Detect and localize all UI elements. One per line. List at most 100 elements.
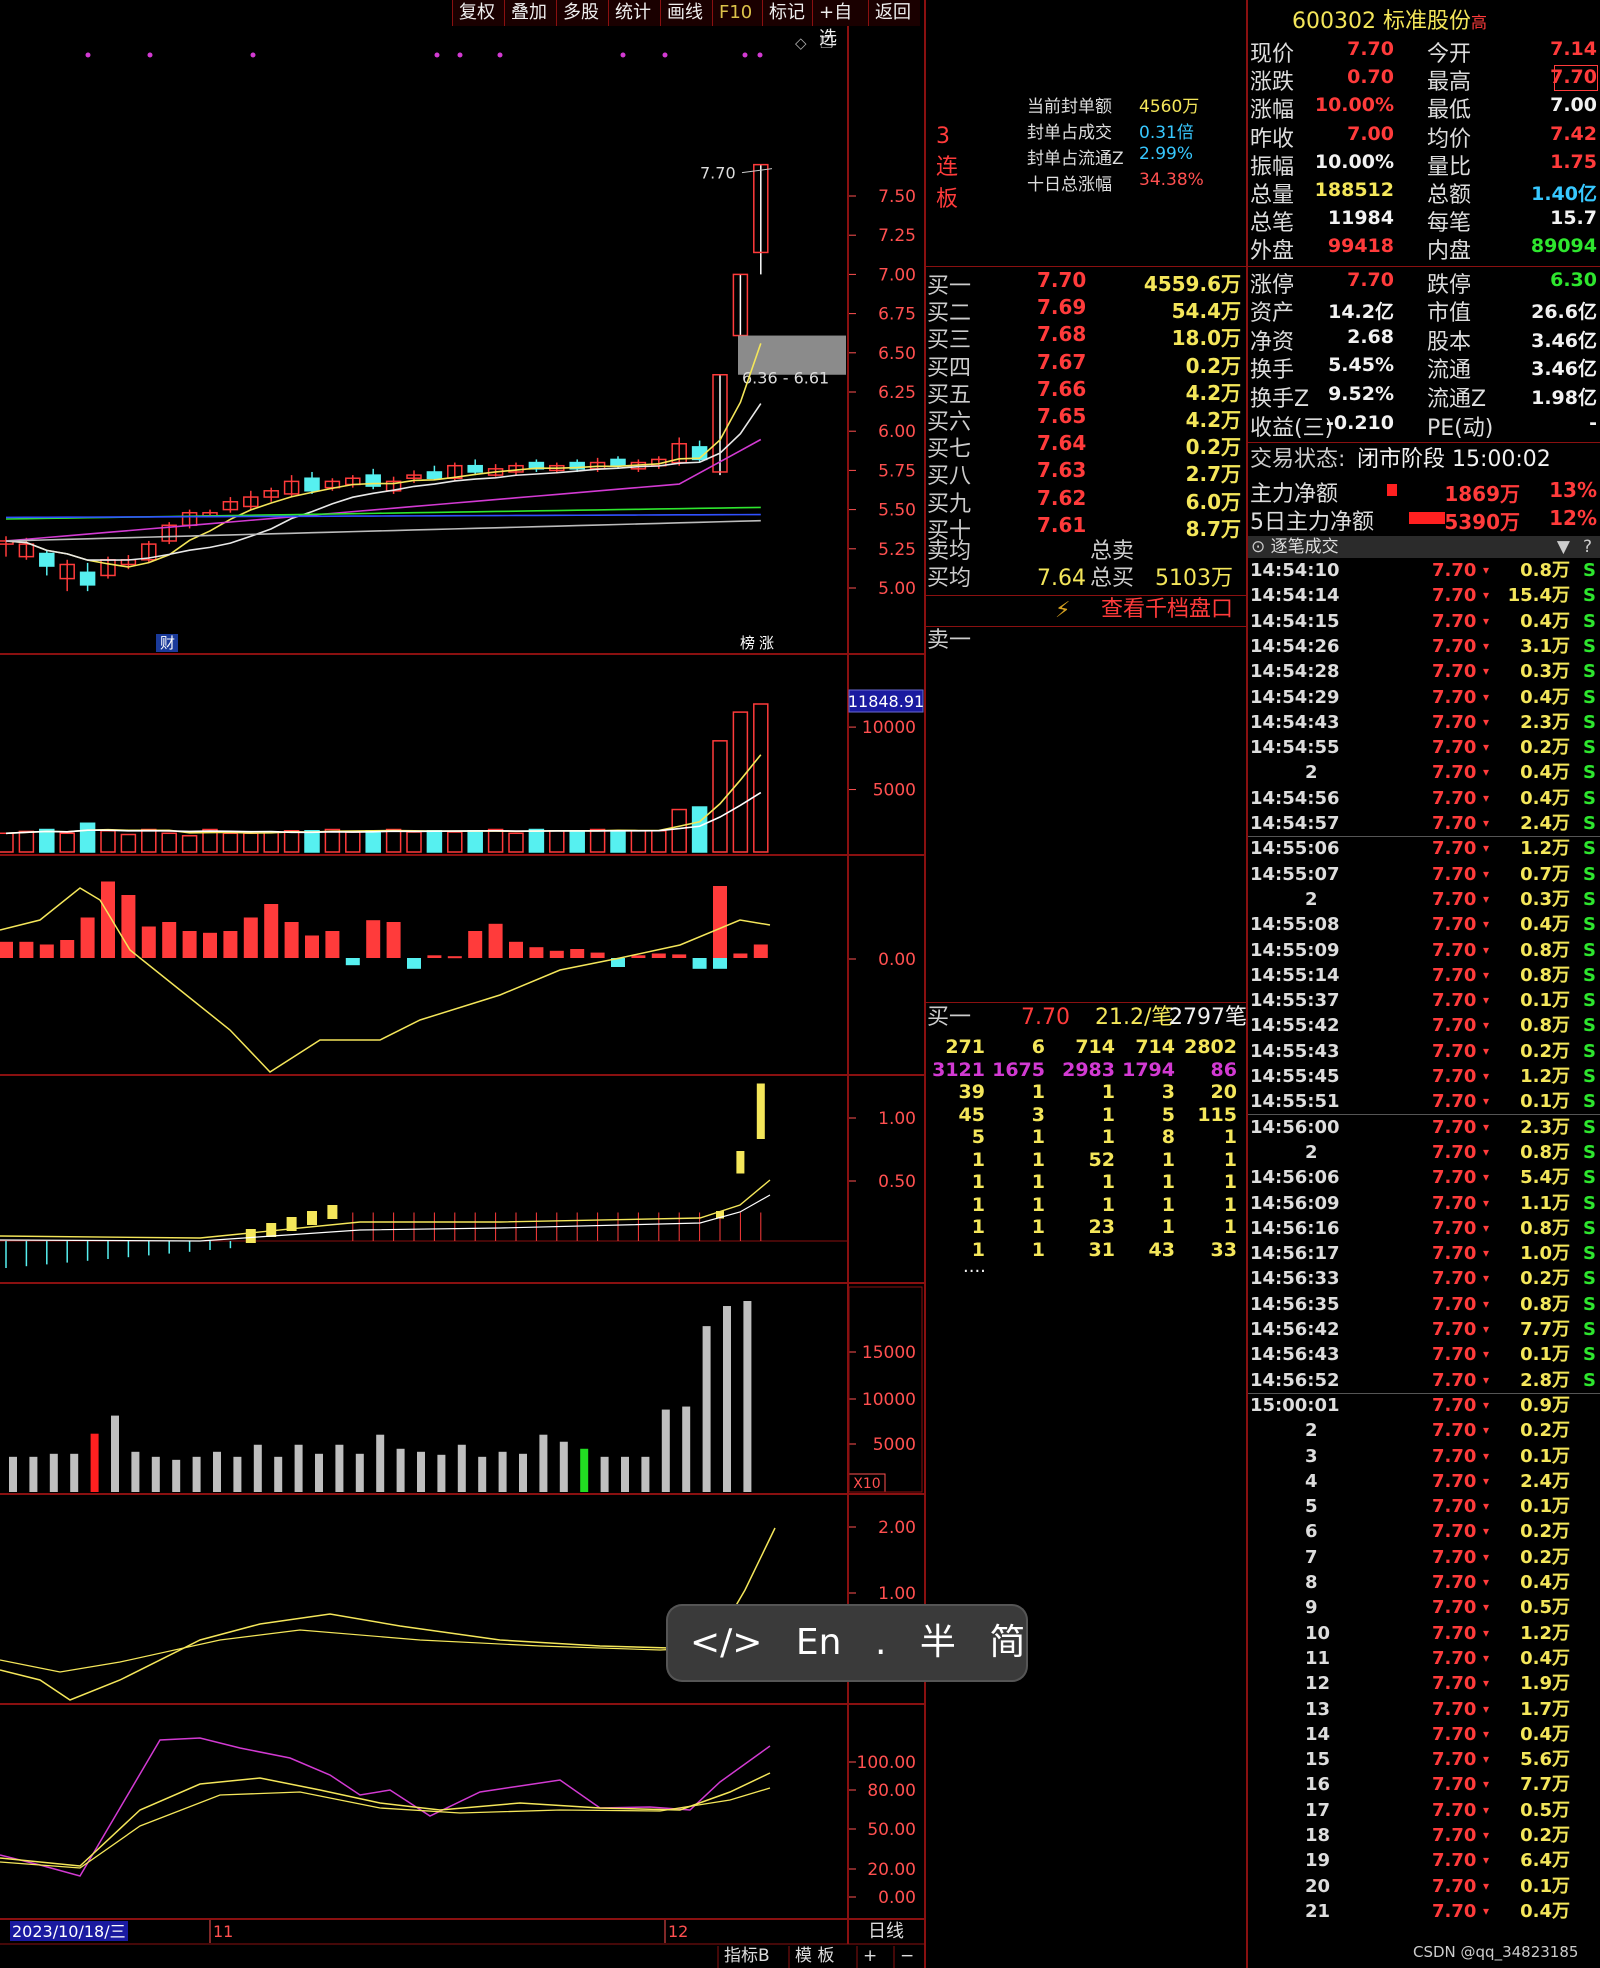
- queue-price: 7.70: [1021, 1005, 1070, 1030]
- ind4-bar: [437, 1454, 446, 1492]
- macd-bar: [590, 952, 605, 958]
- tick-price: 7.70: [1432, 813, 1477, 834]
- tick-row: 17 7.70 0.5万 ▾: [1247, 1798, 1600, 1823]
- volume-bar: [345, 831, 361, 853]
- ime-half[interactable]: 半: [920, 1622, 956, 1663]
- tick-price: 7.70: [1432, 1141, 1477, 1163]
- quote-value: 1.98亿: [1531, 387, 1597, 409]
- toolbar-button-0[interactable]: 复权: [452, 0, 504, 26]
- toolbar-button-3[interactable]: 统计: [608, 0, 660, 26]
- tick-time: 2: [1305, 1420, 1318, 1442]
- cai-marker: 财: [160, 634, 175, 652]
- tick-volume: 0.2万: [1520, 1040, 1570, 1062]
- ime-dot[interactable]: .: [875, 1622, 886, 1663]
- toolbar-button-1[interactable]: 叠加: [504, 0, 556, 26]
- tick-volume: 0.9万: [1520, 1394, 1570, 1416]
- volume-bar: [39, 828, 55, 853]
- quote-value: 26.6亿: [1531, 301, 1597, 324]
- event-dot: [757, 52, 763, 58]
- tick-time: 14:56:00: [1250, 1116, 1340, 1138]
- diamond-icon: ◇: [795, 34, 807, 52]
- tick-row: 3 7.70 0.1万 ▾: [1247, 1444, 1600, 1469]
- tick-volume: 0.1万: [1520, 1875, 1570, 1897]
- macd-bar: [427, 955, 442, 958]
- toolbar-button-6[interactable]: 标记: [762, 0, 812, 26]
- candle-body: [304, 477, 320, 492]
- sell-avg-label: 卖均: [927, 539, 972, 564]
- down-arrow-icon: ▾: [1483, 1828, 1490, 1842]
- axis-tick-label: 20.00: [867, 1860, 916, 1880]
- tick-volume: 2.3万: [1520, 1116, 1570, 1138]
- tick-side: S: [1583, 1192, 1596, 1214]
- thousand-book-link[interactable]: 查看千档盘口: [1101, 596, 1233, 624]
- tick-price: 7.70: [1432, 1167, 1477, 1189]
- volume-bar: [79, 822, 96, 853]
- macd-bar: [509, 941, 523, 958]
- ind4-bar: [457, 1444, 466, 1492]
- queue-cell: 39: [958, 1081, 985, 1103]
- ind4-bar: [9, 1456, 17, 1492]
- book-volume: 18.0万: [1171, 326, 1241, 351]
- tick-volume: 0.4万: [1520, 787, 1570, 809]
- bottom-btn2[interactable]: 模 板: [795, 1946, 834, 1966]
- bottom-btn1[interactable]: 指标B: [724, 1946, 770, 1966]
- tick-volume: 1.0万: [1520, 1243, 1570, 1265]
- filter-icon[interactable]: ▼: [1557, 536, 1570, 558]
- macd-bar: [162, 922, 177, 958]
- tick-side: S: [1583, 737, 1596, 759]
- queue-cell: 3: [1161, 1081, 1175, 1103]
- zhang-marker: 涨: [759, 634, 774, 652]
- tick-volume: 0.8万: [1520, 560, 1570, 581]
- toolbar-button-4[interactable]: 画线: [660, 0, 712, 26]
- toolbar-button-8[interactable]: 返回: [868, 0, 920, 26]
- seal-value: 4560万: [1139, 97, 1200, 117]
- ime-en[interactable]: En: [796, 1622, 842, 1663]
- ticks-header[interactable]: ⊙ 逐笔成交 ▼ ?: [1247, 536, 1600, 558]
- ind4-bar: [559, 1441, 568, 1492]
- tick-row: 14:56:06 7.70 5.4万 S ▾: [1247, 1165, 1600, 1190]
- code-icon[interactable]: </>: [690, 1622, 762, 1663]
- ind4-bar: [70, 1453, 79, 1492]
- quote-label: 总笔: [1250, 211, 1295, 237]
- ime-toolbar[interactable]: </> En . 半 简: [668, 1606, 1026, 1680]
- ind4-bar: [539, 1434, 548, 1492]
- bottom-plus[interactable]: +: [863, 1946, 877, 1966]
- tick-price: 7.70: [1432, 1319, 1477, 1340]
- ind4-bar: [131, 1451, 140, 1492]
- watermark: CSDN @qq_34823185: [1413, 1943, 1579, 1961]
- toolbar-button-7[interactable]: +自选: [812, 0, 868, 49]
- down-arrow-icon: ▾: [1483, 1170, 1490, 1185]
- tick-side: S: [1583, 635, 1596, 657]
- tick-time: 14:56:16: [1250, 1217, 1340, 1239]
- tick-price: 7.70: [1432, 1293, 1477, 1315]
- tick-row: 15:00:01 7.70 0.9万 ▾: [1247, 1393, 1600, 1418]
- bottom-minus[interactable]: −: [900, 1946, 914, 1966]
- queue-label: 买一: [927, 1005, 972, 1030]
- buy-avg-label: 买均: [927, 566, 972, 591]
- seal-value: 34.38%: [1139, 170, 1204, 190]
- tick-side: S: [1583, 1091, 1596, 1113]
- tick-row: 14:54:26 7.70 3.1万 S ▾: [1247, 634, 1600, 659]
- tick-price: 7.70: [1432, 1015, 1477, 1037]
- queue-more[interactable]: ....: [963, 1256, 986, 1277]
- queue-cell: 2983: [1062, 1058, 1115, 1081]
- macd-bar: [529, 947, 544, 958]
- help-icon[interactable]: ?: [1583, 536, 1592, 558]
- book-volume: 4.2万: [1185, 408, 1241, 432]
- tick-price: 7.70: [1432, 711, 1477, 733]
- queue-cell: 1794: [1122, 1058, 1175, 1081]
- volume-bar: [304, 830, 320, 853]
- quote-value: 10.00%: [1314, 94, 1394, 117]
- toolbar-button-5[interactable]: F10: [712, 0, 762, 26]
- collapse-icon[interactable]: ⊙: [1251, 537, 1265, 557]
- tick-row: 16 7.70 7.7万 ▾: [1247, 1772, 1600, 1797]
- ind5-line2: [0, 1607, 776, 1673]
- ime-simp[interactable]: 简: [989, 1622, 1025, 1663]
- toolbar-button-2[interactable]: 多股: [556, 0, 608, 26]
- tick-price: 7.70: [1432, 1521, 1477, 1543]
- queue-cell: 1: [1031, 1148, 1045, 1171]
- quote-value: 2.68: [1347, 325, 1394, 348]
- tick-side: S: [1583, 1015, 1596, 1037]
- queue-cell: 2802: [1184, 1036, 1237, 1058]
- queue-cell: 115: [1197, 1103, 1237, 1126]
